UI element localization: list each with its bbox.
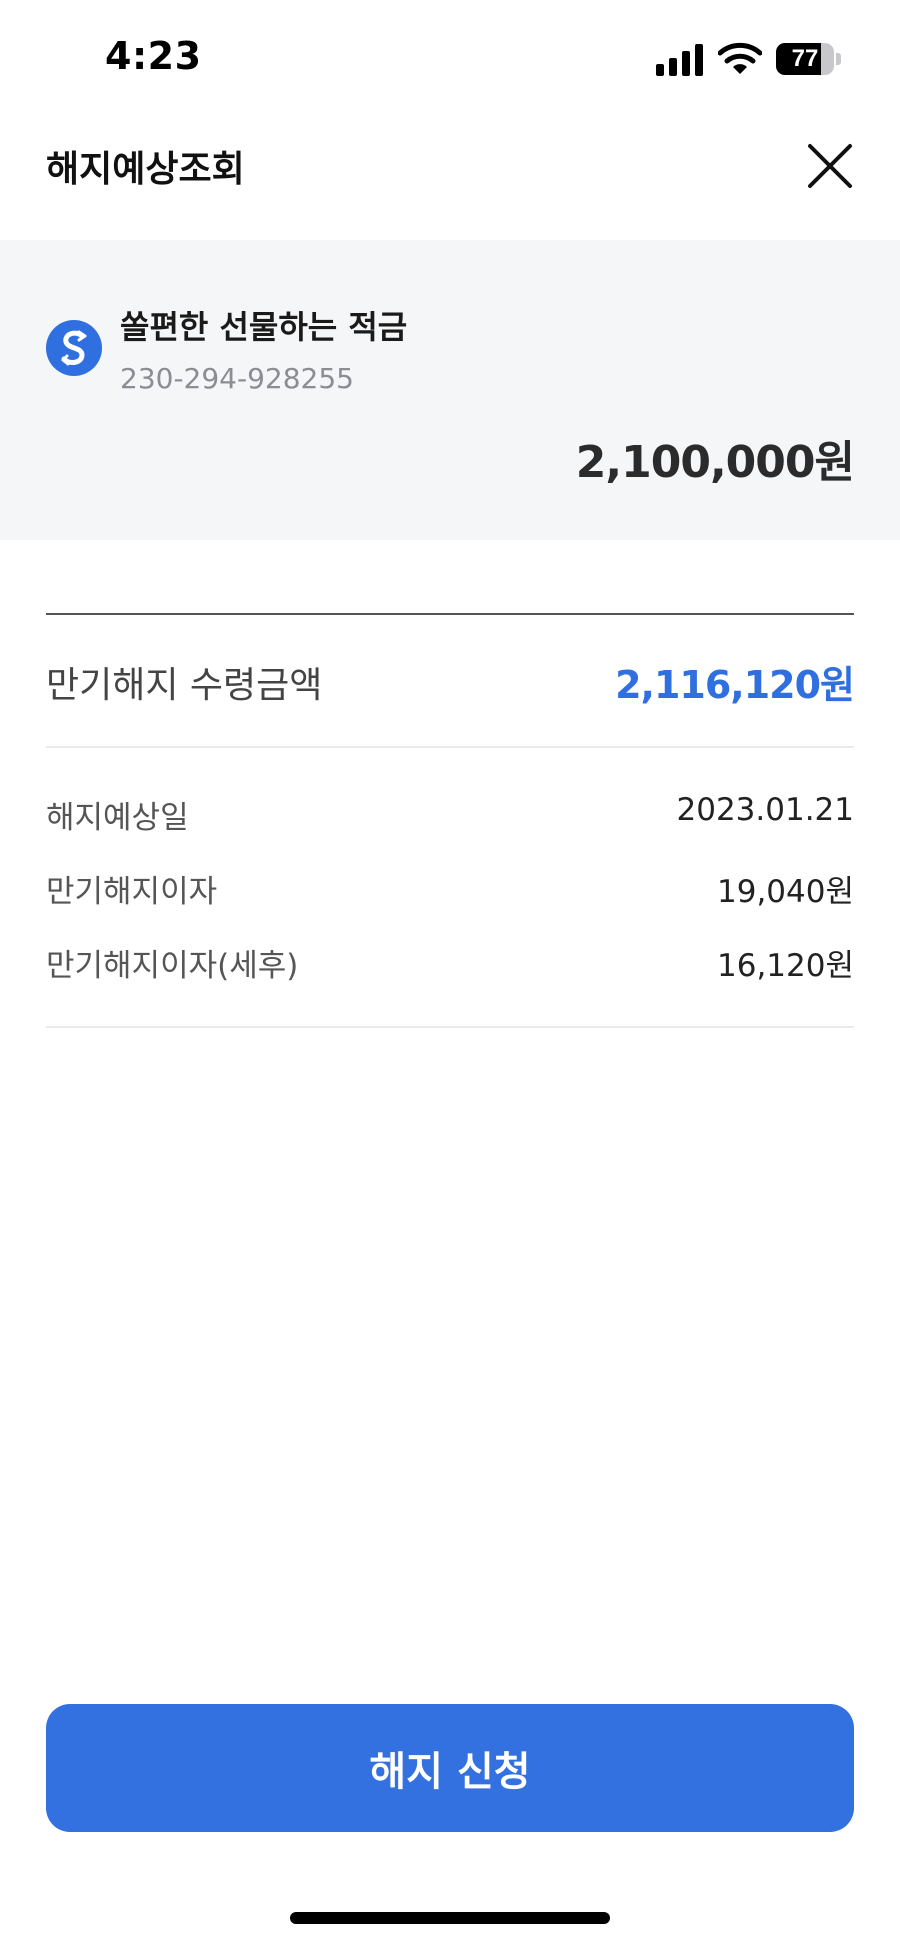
section-divider: [46, 613, 854, 615]
account-balance: 2,100,000원: [575, 437, 855, 488]
cancel-apply-button[interactable]: 해지 신청: [46, 1704, 854, 1832]
page-title: 해지예상조회: [46, 149, 245, 190]
detail-value: 16,120원: [717, 948, 854, 984]
divider: [46, 746, 854, 748]
close-icon: [808, 144, 852, 188]
account-number: 230-294-928255: [120, 362, 354, 395]
battery-icon: 77: [776, 43, 841, 75]
payout-label: 만기해지 수령금액: [46, 665, 323, 706]
bank-logo-icon: [46, 320, 102, 376]
battery-cap: [836, 53, 841, 65]
account-card: 쏠편한 선물하는 적금 230-294-928255 2,100,000원: [0, 240, 900, 540]
close-button[interactable]: [800, 136, 860, 196]
battery-level: 77: [791, 45, 819, 72]
detail-value: 19,040원: [717, 874, 854, 910]
battery-body: 77: [776, 43, 834, 75]
detail-row-interest-after-tax: 만기해지이자(세후) 16,120원: [46, 940, 854, 990]
status-time: 4:23: [105, 34, 202, 78]
signal-icon: [656, 44, 703, 76]
detail-label: 해지예상일: [46, 800, 189, 836]
header: 해지예상조회: [0, 120, 900, 240]
detail-row-interest: 만기해지이자 19,040원: [46, 866, 854, 916]
divider: [46, 1026, 854, 1028]
screen: 4:23 77 해지예상조회 쏠편한 선물하는 적금 230-294-92825…: [0, 0, 900, 1948]
detail-label: 만기해지이자(세후): [46, 948, 299, 984]
status-bar: 4:23 77: [0, 0, 900, 110]
wifi-icon: [718, 42, 762, 74]
detail-value: 2023.01.21: [676, 792, 855, 828]
payout-value: 2,116,120원: [615, 663, 855, 707]
product-name: 쏠편한 선물하는 적금: [120, 308, 408, 346]
home-indicator[interactable]: [290, 1912, 610, 1924]
detail-row-expected-date: 해지예상일 2023.01.21: [46, 792, 854, 842]
detail-label: 만기해지이자: [46, 874, 218, 910]
